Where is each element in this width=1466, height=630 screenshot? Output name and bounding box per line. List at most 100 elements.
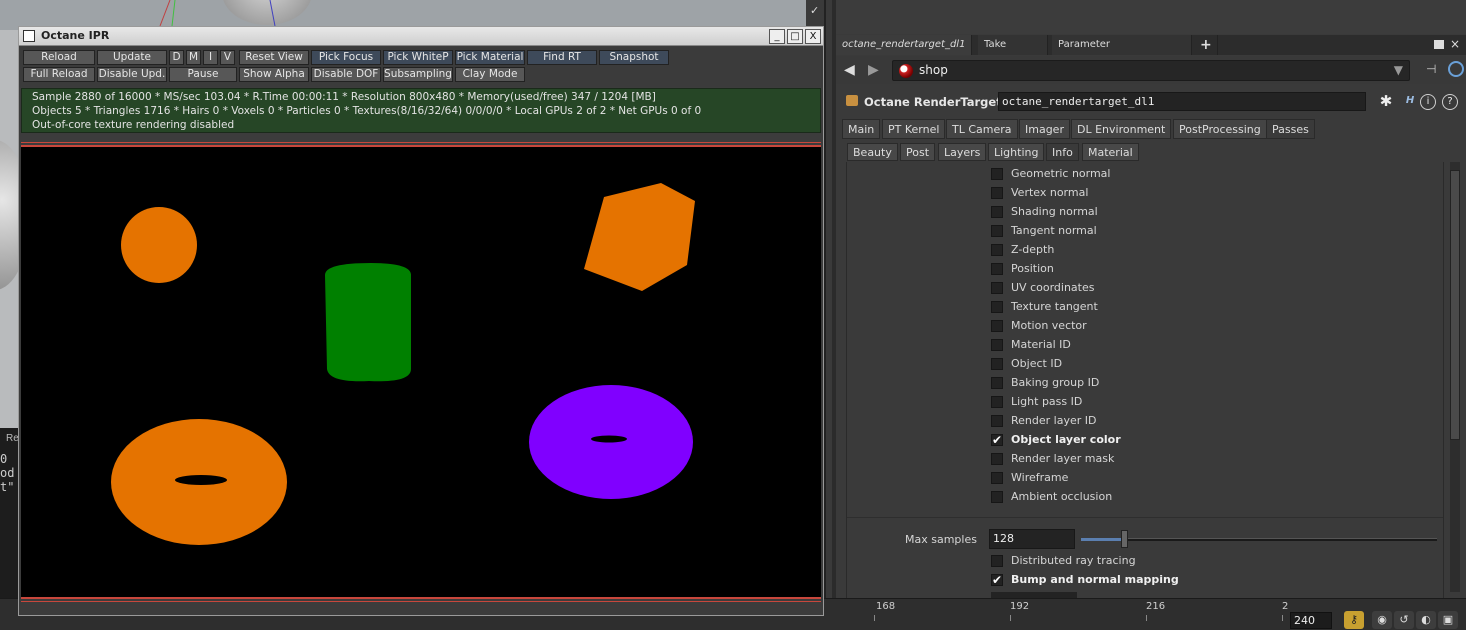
pick-focus-button[interactable]: Pick Focus xyxy=(311,50,381,65)
pass-checkbox[interactable] xyxy=(991,301,1003,313)
key-icon[interactable]: ⚷ xyxy=(1344,611,1364,629)
tab-main[interactable]: Main xyxy=(842,119,881,139)
pass-row[interactable]: Material ID xyxy=(847,335,1437,354)
chevron-down-icon[interactable]: ▼ xyxy=(1394,61,1403,80)
disable-dof-button[interactable]: Disable DOF xyxy=(311,67,381,82)
pass-row[interactable]: Baking group ID xyxy=(847,373,1437,392)
subtab-beauty[interactable]: Beauty xyxy=(847,143,898,161)
pin-icon[interactable]: ⊣ xyxy=(1426,62,1436,76)
pass-checkbox[interactable] xyxy=(991,377,1003,389)
display-i-button[interactable]: I xyxy=(203,50,218,65)
pass-row[interactable]: Shading normal xyxy=(847,202,1437,221)
pass-checkbox[interactable] xyxy=(991,225,1003,237)
snapshot-button[interactable]: Snapshot xyxy=(599,50,669,65)
global-anim-icon[interactable]: ▣ xyxy=(1438,611,1458,629)
loop-icon[interactable]: ↺ xyxy=(1394,611,1414,629)
option-row[interactable]: Distributed ray tracing xyxy=(847,551,1437,570)
pass-row[interactable]: ✔ Object layer color xyxy=(847,430,1437,449)
current-frame-field[interactable]: 240 xyxy=(1290,612,1332,629)
back-arrow-icon[interactable]: ◀ xyxy=(844,62,855,78)
slider-handle[interactable] xyxy=(1120,530,1128,548)
tab-dl-environment[interactable]: DL Environment xyxy=(1071,119,1172,139)
help-icon[interactable]: ? xyxy=(1442,94,1458,110)
pass-checkbox[interactable] xyxy=(991,415,1003,427)
pass-row[interactable]: Render layer mask xyxy=(847,449,1437,468)
pass-row[interactable]: UV coordinates xyxy=(847,278,1437,297)
pass-row[interactable]: Geometric normal xyxy=(847,164,1437,183)
pass-checkbox[interactable] xyxy=(991,320,1003,332)
pass-checkbox[interactable] xyxy=(991,472,1003,484)
subsampling-button[interactable]: Subsampling xyxy=(383,67,453,82)
node-name-field[interactable]: octane_rendertarget_dl1 xyxy=(998,92,1366,111)
minimize-button[interactable]: _ xyxy=(769,29,785,44)
pass-checkbox[interactable] xyxy=(991,282,1003,294)
subtab-post[interactable]: Post xyxy=(900,143,936,161)
gear-icon[interactable]: ✱ xyxy=(1378,94,1394,110)
tab-tl-camera[interactable]: TL Camera xyxy=(946,119,1018,139)
subtab-layers[interactable]: Layers xyxy=(938,143,987,161)
pass-checkbox[interactable] xyxy=(991,244,1003,256)
pin-icon[interactable]: ✓ xyxy=(810,4,819,17)
subtab-material[interactable]: Material xyxy=(1082,143,1139,161)
pass-row[interactable]: Light pass ID xyxy=(847,392,1437,411)
show-alpha-button[interactable]: Show Alpha xyxy=(239,67,309,82)
max-samples-field[interactable]: 128 xyxy=(989,529,1075,549)
tab-passes[interactable]: Passes xyxy=(1266,119,1315,139)
pass-row[interactable]: Motion vector xyxy=(847,316,1437,335)
pass-row[interactable]: Ambient occlusion xyxy=(847,487,1437,506)
audio-icon[interactable]: ◐ xyxy=(1416,611,1436,629)
display-v-button[interactable]: V xyxy=(220,50,235,65)
pass-row[interactable]: Object ID xyxy=(847,354,1437,373)
subtab-info[interactable]: Info xyxy=(1046,143,1079,161)
update-button[interactable]: Update xyxy=(97,50,167,65)
close-pane-icon[interactable]: × xyxy=(1450,37,1460,51)
pass-checkbox[interactable] xyxy=(991,453,1003,465)
max-samples-slider[interactable] xyxy=(1081,530,1437,548)
pass-checkbox[interactable] xyxy=(991,263,1003,275)
pass-row[interactable]: Tangent normal xyxy=(847,221,1437,240)
render-view[interactable] xyxy=(21,145,821,599)
full-reload-button[interactable]: Full Reload xyxy=(23,67,95,82)
disable-update-button[interactable]: Disable Upd. xyxy=(97,67,167,82)
pass-checkbox[interactable] xyxy=(991,339,1003,351)
pass-checkbox[interactable] xyxy=(991,358,1003,370)
pass-row[interactable]: Render layer ID xyxy=(847,411,1437,430)
option-checkbox[interactable]: ✔ xyxy=(991,574,1003,586)
pass-checkbox[interactable] xyxy=(991,187,1003,199)
pass-row[interactable]: Vertex normal xyxy=(847,183,1437,202)
find-rt-button[interactable]: Find RT xyxy=(527,50,597,65)
forward-arrow-icon[interactable]: ▶ xyxy=(868,62,879,78)
pass-row[interactable]: Wireframe xyxy=(847,468,1437,487)
maximize-button[interactable]: □ xyxy=(787,29,803,44)
scrollbar-thumb[interactable] xyxy=(1450,170,1460,440)
pass-checkbox[interactable] xyxy=(991,168,1003,180)
tab-parameter-spreadsheet[interactable]: Parameter Spreadsheet× xyxy=(1052,35,1192,70)
close-window-button[interactable]: X xyxy=(805,29,821,44)
help-h-icon[interactable]: H xyxy=(1402,94,1418,110)
pass-row[interactable]: Position xyxy=(847,259,1437,278)
tab-rendertarget[interactable]: octane_rendertarget_dl1× xyxy=(836,35,986,55)
pass-checkbox[interactable] xyxy=(991,491,1003,503)
pick-whitepoint-button[interactable]: Pick WhiteP xyxy=(383,50,453,65)
tab-take-list[interactable]: Take List× xyxy=(978,35,1048,70)
option-checkbox[interactable] xyxy=(991,555,1003,567)
tab-postprocessing[interactable]: PostProcessing xyxy=(1173,119,1267,139)
display-d-button[interactable]: D xyxy=(169,50,184,65)
path-field[interactable]: shop ▼ xyxy=(892,60,1410,81)
info-icon[interactable]: i xyxy=(1420,94,1436,110)
pane-layout-icon[interactable] xyxy=(1434,40,1444,49)
pass-row[interactable]: Z-depth xyxy=(847,240,1437,259)
add-tab-button[interactable]: + xyxy=(1194,35,1218,55)
ipr-titlebar[interactable]: Octane IPR _ □ X xyxy=(19,27,823,46)
option-row[interactable]: ✔ Bump and normal mapping xyxy=(847,570,1437,589)
display-m-button[interactable]: M xyxy=(186,50,201,65)
tab-pt-kernel[interactable]: PT Kernel xyxy=(882,119,946,139)
subtab-lighting[interactable]: Lighting xyxy=(988,143,1045,161)
link-icon[interactable] xyxy=(1448,61,1464,77)
pass-checkbox[interactable]: ✔ xyxy=(991,434,1003,446)
pass-checkbox[interactable] xyxy=(991,396,1003,408)
pick-material-button[interactable]: Pick Material xyxy=(455,50,525,65)
pass-row[interactable]: Texture tangent xyxy=(847,297,1437,316)
reset-view-button[interactable]: Reset View xyxy=(239,50,309,65)
reload-button[interactable]: Reload xyxy=(23,50,95,65)
